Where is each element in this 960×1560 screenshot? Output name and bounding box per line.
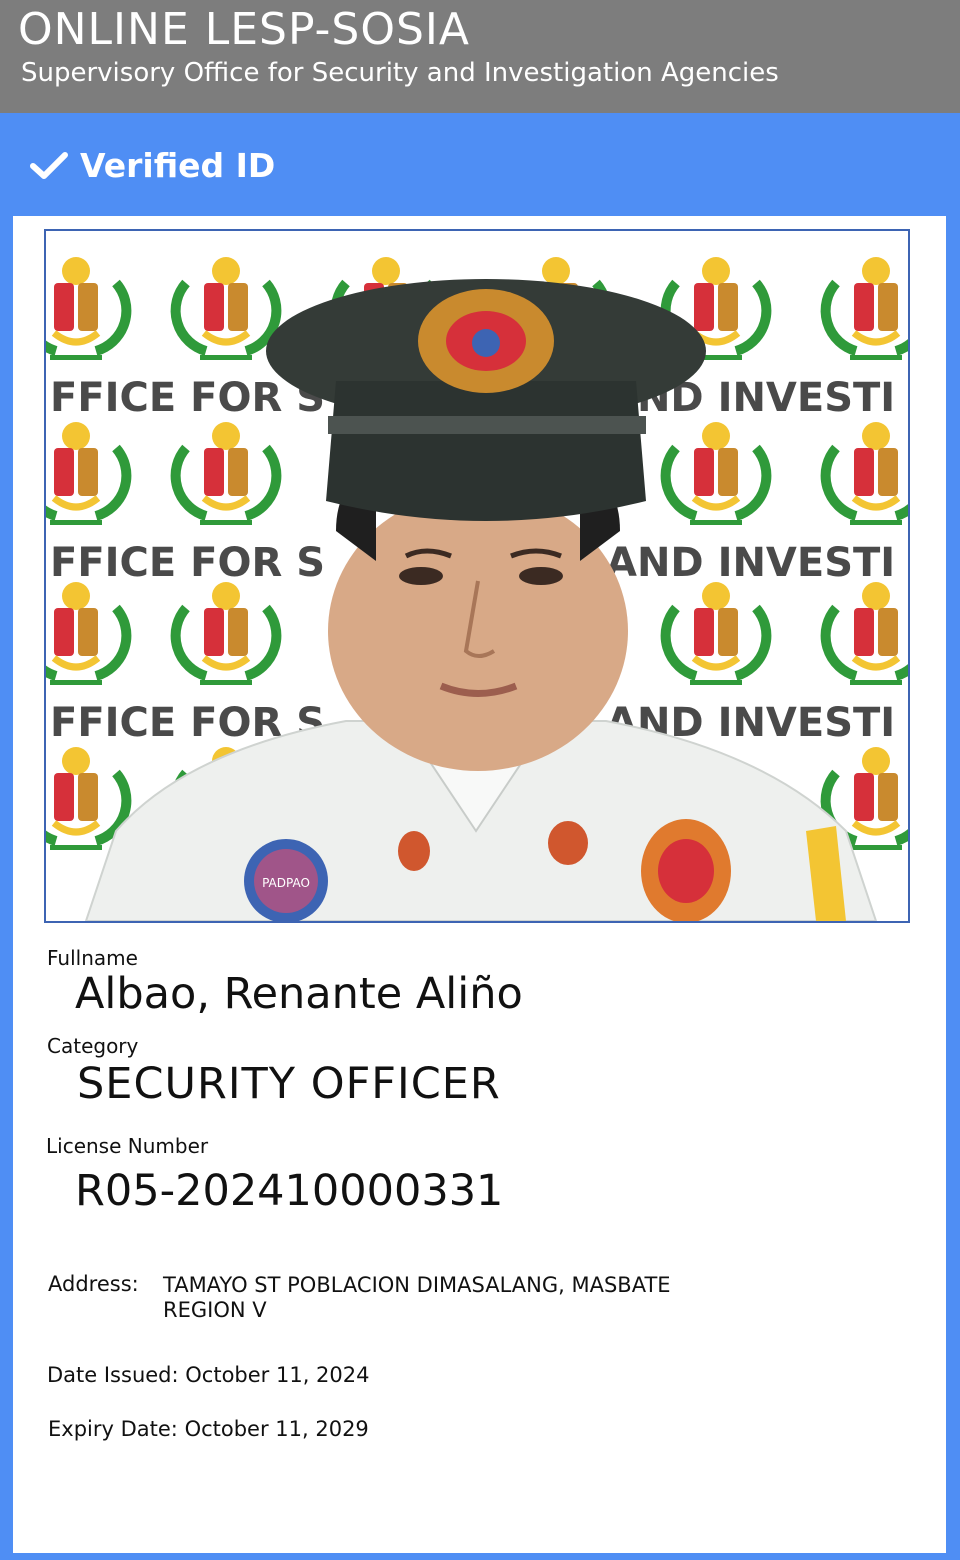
- fullname-value: Albao, Renante Aliño: [75, 969, 523, 1019]
- verified-status: Verified ID: [30, 145, 275, 185]
- date-issued-row: Date Issued: October 11, 2024: [47, 1363, 370, 1387]
- license-label: License Number: [46, 1134, 209, 1158]
- backdrop-text: AND INVESTI: [606, 540, 895, 586]
- app-subtitle: Supervisory Office for Security and Inve…: [21, 58, 779, 88]
- date-issued-label: Date Issued:: [47, 1363, 179, 1387]
- date-issued-value: October 11, 2024: [185, 1363, 370, 1387]
- fullname-label: Fullname: [47, 946, 138, 970]
- license-number: R05-202410000331: [75, 1166, 504, 1216]
- verified-label: Verified ID: [80, 145, 276, 185]
- checkmark-icon: [30, 152, 68, 179]
- expiry-date-label: Expiry Date:: [48, 1417, 178, 1441]
- app-title: ONLINE LESP-SOSIA: [18, 4, 470, 55]
- app-header: ONLINE LESP-SOSIA Supervisory Office for…: [0, 0, 960, 113]
- backdrop-text: FFICE FOR S: [50, 375, 325, 421]
- backdrop-text: FFICE FOR S: [50, 540, 325, 586]
- address-line: REGION V: [163, 1298, 267, 1322]
- uniform-badge-text: PADPAO: [262, 876, 310, 890]
- id-frame: Verified ID FFICE FOR S AND INVESTI FFIC…: [0, 113, 960, 1560]
- id-photo: FFICE FOR S AND INVESTI FFICE FOR S AND …: [44, 229, 910, 923]
- address-value: TAMAYO ST POBLACION DIMASALANG, MASBATE …: [163, 1273, 671, 1323]
- address-label: Address:: [48, 1272, 139, 1296]
- address-line: TAMAYO ST POBLACION DIMASALANG, MASBATE: [163, 1273, 671, 1297]
- id-photo-image: FFICE FOR S AND INVESTI FFICE FOR S AND …: [46, 231, 908, 921]
- expiry-date-value: October 11, 2029: [184, 1417, 369, 1441]
- category-label: Category: [47, 1034, 139, 1058]
- expiry-date-row: Expiry Date: October 11, 2029: [48, 1417, 369, 1441]
- category-value: SECURITY OFFICER: [77, 1059, 501, 1109]
- id-card: FFICE FOR S AND INVESTI FFICE FOR S AND …: [13, 216, 946, 1553]
